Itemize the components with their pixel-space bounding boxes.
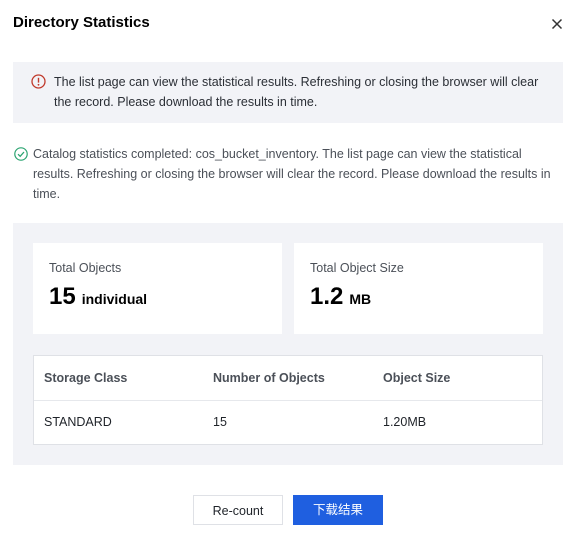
total-size-label: Total Object Size [310,261,404,275]
total-size-value: 1.2 [310,283,344,310]
total-objects-card: Total Objects 15 individual [33,243,282,334]
total-size-value-group: 1.2 MB [310,283,371,311]
close-icon[interactable] [548,15,566,33]
recount-button[interactable]: Re-count [193,495,283,525]
total-objects-value: 15 [49,283,76,310]
header-storage-class: Storage Class [44,371,128,385]
header-number-of-objects: Number of Objects [213,371,325,385]
dialog-title: Directory Statistics [13,14,150,31]
storage-class-table: Storage Class Number of Objects Object S… [33,355,543,445]
success-message: Catalog statistics completed: cos_bucket… [13,144,563,204]
warning-alert-text: The list page can view the statistical r… [54,75,539,109]
warning-alert: The list page can view the statistical r… [13,62,563,123]
table-header-row: Storage Class Number of Objects Object S… [34,356,542,401]
total-objects-value-group: 15 individual [49,283,147,311]
total-objects-unit: individual [81,291,148,307]
directory-statistics-dialog: Directory Statistics The list page can v… [0,0,580,538]
check-circle-icon [14,147,28,161]
statistics-panel: Total Objects 15 individual Total Object … [13,223,563,465]
total-size-unit: MB [349,291,372,307]
cell-object-size: 1.20MB [383,415,427,429]
header-object-size: Object Size [383,371,451,385]
cell-number-of-objects: 15 [213,415,227,429]
success-message-text: Catalog statistics completed: cos_bucket… [33,147,551,201]
download-results-button[interactable]: 下载结果 [293,495,383,525]
warning-icon [31,74,46,89]
cell-storage-class: STANDARD [44,415,112,429]
table-row: STANDARD 15 1.20MB [34,400,542,444]
total-objects-label: Total Objects [49,261,122,275]
total-size-card: Total Object Size 1.2 MB [294,243,543,334]
